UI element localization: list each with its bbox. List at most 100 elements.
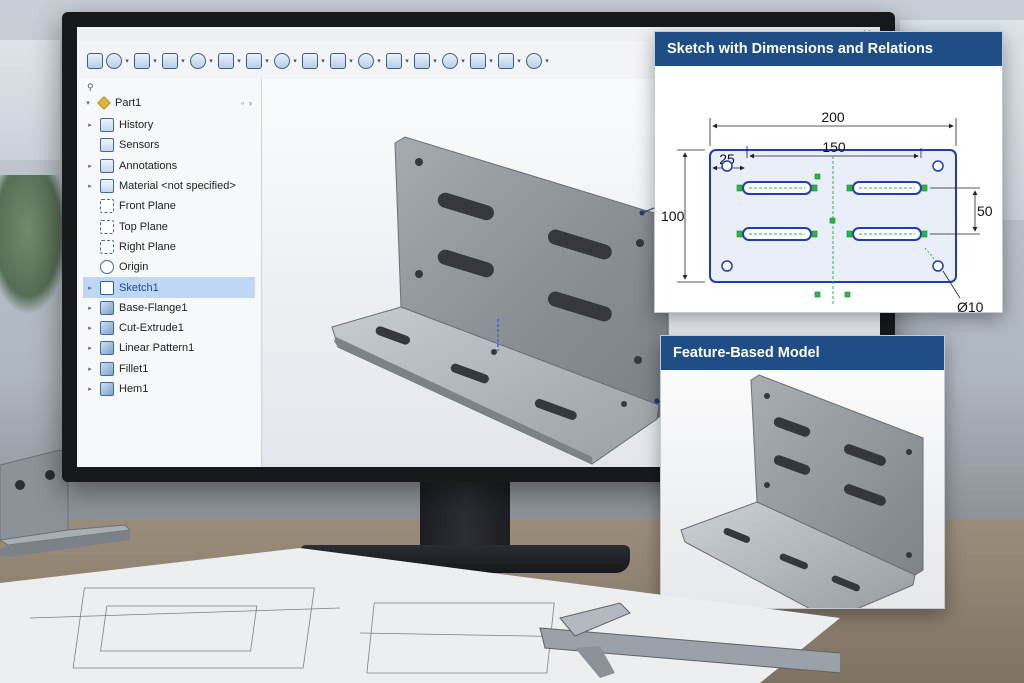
tree-item-front[interactable]: Front Plane <box>83 196 255 216</box>
undo-icon[interactable] <box>218 53 234 69</box>
toolbar-tool[interactable]: ▾ <box>498 53 523 69</box>
toolbar-tool[interactable]: ▾ <box>330 53 355 69</box>
dropdown-caret-icon[interactable]: ▾ <box>543 57 551 65</box>
expand-arrow-icon[interactable]: ▸ <box>85 304 95 312</box>
dropdown-caret-icon[interactable]: ▾ <box>319 57 327 65</box>
origin-icon <box>100 260 114 275</box>
toolbar-tool[interactable]: ▾ <box>386 53 411 69</box>
toolbar-tool[interactable]: ▾ <box>274 53 299 69</box>
collapse-arrow-icon[interactable]: ▾ <box>83 99 93 107</box>
toolbar-tool[interactable]: ▾ <box>106 53 131 69</box>
tree-item-origin[interactable]: Origin <box>83 257 255 277</box>
tree-item-history[interactable]: ▸ History <box>83 115 255 135</box>
toolbar-tool[interactable]: ▾ <box>190 53 215 69</box>
filter-icon[interactable]: ⚲ <box>87 82 94 93</box>
expand-arrow-icon[interactable]: ▸ <box>85 324 95 332</box>
tree-item-label: Fillet1 <box>119 362 149 375</box>
toolbar-tool[interactable]: ▾ <box>442 53 467 69</box>
toolbar-tool[interactable]: ▾ <box>162 53 187 69</box>
section-icon[interactable] <box>498 53 514 69</box>
dropdown-caret-icon[interactable]: ▾ <box>459 57 467 65</box>
annotations-folder-icon <box>100 158 114 173</box>
tree-item-baseflange1[interactable]: ▸ Base-Flange1 <box>83 298 255 318</box>
tree-item-material[interactable]: ▸ Material <not specified> <box>83 176 255 196</box>
expand-arrow-icon[interactable]: ▸ <box>85 385 95 393</box>
scene-icon[interactable] <box>470 53 486 69</box>
tree-item-right[interactable]: Right Plane <box>83 237 255 257</box>
toolbar-tool[interactable]: ▾ <box>358 53 383 69</box>
select-icon[interactable] <box>302 53 318 69</box>
dropdown-caret-icon[interactable]: ▾ <box>235 57 243 65</box>
dropdown-caret-icon[interactable]: ▾ <box>263 57 271 65</box>
dropdown-caret-icon[interactable]: ▾ <box>515 57 523 65</box>
toolbar-tool[interactable]: ▾ <box>526 53 551 69</box>
print-icon[interactable] <box>190 53 206 69</box>
tree-item-top[interactable]: Top Plane <box>83 216 255 236</box>
display-style-icon[interactable] <box>386 53 402 69</box>
tree-item-annotations[interactable]: ▸ Annotations <box>83 156 255 176</box>
fillet-icon <box>100 361 114 376</box>
tree-item-label: Annotations <box>119 159 178 172</box>
dim-slot-pitch[interactable]: 50 <box>977 203 993 219</box>
toolbar-tool[interactable]: ▾ <box>246 53 271 69</box>
plane-icon <box>100 219 114 234</box>
dropdown-caret-icon[interactable]: ▾ <box>487 57 495 65</box>
dim-slot-spacing[interactable]: 150 <box>822 139 846 155</box>
toolbar-tool[interactable] <box>87 53 103 69</box>
tree-item-hem1[interactable]: ▸ Hem1 <box>83 379 255 399</box>
dropdown-caret-icon[interactable]: ▾ <box>431 57 439 65</box>
dropdown-caret-icon[interactable]: ▾ <box>403 57 411 65</box>
dropdown-caret-icon[interactable]: ▾ <box>375 57 383 65</box>
sketch-drawing: 200 150 25 100 50 Ø10 <box>655 66 1002 315</box>
tree-item-sketch1[interactable]: ▸ Sketch1 <box>83 277 255 298</box>
dropdown-caret-icon[interactable]: ▾ <box>123 57 131 65</box>
tree-item-cutextrude1[interactable]: ▸ Cut-Extrude1 <box>83 318 255 338</box>
zoom-icon[interactable] <box>330 53 346 69</box>
toolbar-tool[interactable]: ▾ <box>470 53 495 69</box>
save-icon[interactable] <box>162 53 178 69</box>
feature-manager-tree: ⚲ ▾ Part1 ◦› ▸ History Sensors ▸ Annotations… <box>77 79 262 467</box>
expand-arrow-icon[interactable]: ▸ <box>85 182 95 190</box>
dropdown-caret-icon[interactable]: ▾ <box>151 57 159 65</box>
tree-item-label: Material <not specified> <box>119 180 236 193</box>
toolbar-tool[interactable]: ▾ <box>218 53 243 69</box>
monitor-stand-neck <box>420 480 510 555</box>
dropdown-caret-icon[interactable]: ▾ <box>291 57 299 65</box>
expand-arrow-icon[interactable]: ▸ <box>85 284 95 292</box>
hide-show-icon[interactable] <box>414 53 430 69</box>
tree-item-label: Right Plane <box>119 240 176 253</box>
tree-item-linear[interactable]: ▸ Linear Pattern1 <box>83 338 255 358</box>
dropdown-caret-icon[interactable]: ▾ <box>179 57 187 65</box>
dropdown-caret-icon[interactable]: ▾ <box>347 57 355 65</box>
dropdown-caret-icon[interactable]: ▾ <box>207 57 215 65</box>
expand-arrow-icon[interactable]: ▸ <box>85 162 95 170</box>
tree-item-label: Sketch1 <box>119 281 159 294</box>
tree-item-fillet1[interactable]: ▸ Fillet1 <box>83 359 255 379</box>
new-doc-icon[interactable] <box>106 53 122 69</box>
feature-list: ▸ History Sensors ▸ Annotations ▸ Material <no… <box>83 115 255 399</box>
home-icon[interactable] <box>87 53 103 69</box>
tree-item-label: Sensors <box>119 139 160 152</box>
tree-item-sensors[interactable]: Sensors <box>83 135 255 155</box>
dimensioned-sketch: 200 150 25 100 50 Ø10 <box>661 109 993 315</box>
toolbar-tool[interactable]: ▾ <box>302 53 327 69</box>
expand-arrow-icon[interactable]: ▸ <box>85 365 95 373</box>
toolbar-tool[interactable]: ▾ <box>414 53 439 69</box>
dim-height[interactable]: 100 <box>661 208 685 224</box>
expand-arrow-icon[interactable]: ▸ <box>85 121 95 129</box>
dim-overall-width[interactable]: 200 <box>821 109 845 125</box>
rebuild-icon[interactable] <box>246 53 262 69</box>
dim-hole-diameter[interactable]: Ø10 <box>957 299 984 315</box>
measure-icon[interactable] <box>526 53 542 69</box>
appearance-icon[interactable] <box>442 53 458 69</box>
cut-extrude-icon <box>100 321 114 336</box>
plane-icon <box>100 199 114 214</box>
toolbar-tool[interactable]: ▾ <box>134 53 159 69</box>
tree-view-options-icon[interactable]: ◦› <box>241 98 257 108</box>
tree-root-part[interactable]: ▾ Part1 ◦› <box>83 95 257 111</box>
options-icon[interactable] <box>274 53 290 69</box>
open-icon[interactable] <box>134 53 150 69</box>
expand-arrow-icon[interactable]: ▸ <box>85 344 95 352</box>
command-toolbar: ▾ ▾ ▾ ▾ ▾ ▾ ▾ ▾ ▾ ▾ ▾ ▾ ▾ ▾ ▾ ▾ <box>87 49 551 73</box>
view-orient-icon[interactable] <box>358 53 374 69</box>
